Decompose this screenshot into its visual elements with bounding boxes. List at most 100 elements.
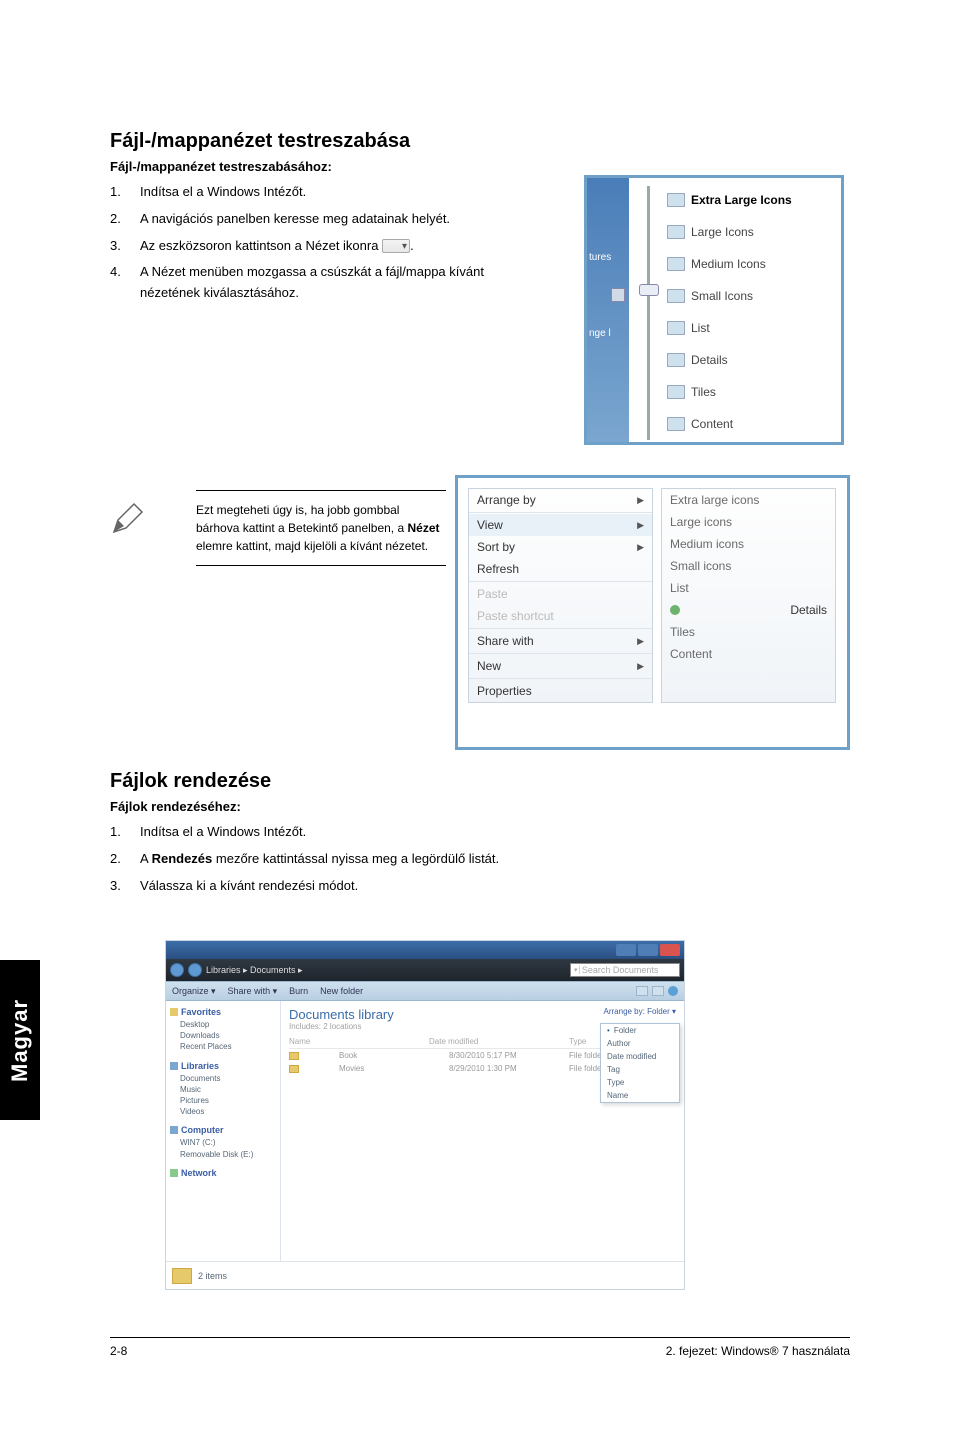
view-option[interactable]: Tiles — [691, 385, 716, 399]
sidebar-item[interactable]: Recent Places — [170, 1041, 276, 1052]
small-icons-icon — [667, 289, 685, 303]
view-option[interactable]: List — [691, 321, 710, 335]
preview-pane-icon[interactable] — [652, 986, 664, 996]
folder-icon — [289, 1052, 299, 1060]
arrange-by-menu: Folder Author Date modified Tag Type Nam… — [600, 1023, 680, 1103]
sidebar-item[interactable]: Documents — [170, 1073, 276, 1084]
sidebar-item[interactable]: Videos — [170, 1106, 276, 1117]
note-text: Ezt megteheti úgy is, ha jobb gombbal bá… — [196, 490, 446, 566]
step-text: Válassza ki a kívánt rendezési módot. — [140, 876, 850, 897]
tiles-icon — [667, 385, 685, 399]
step-text: A Nézet menüben mozgassa a csúszkát a fá… — [140, 262, 520, 304]
views-slider[interactable] — [635, 178, 663, 442]
ctx-sub-content[interactable]: Content — [662, 643, 835, 665]
large-icons-icon — [667, 225, 685, 239]
arrange-option[interactable]: Tag — [601, 1063, 679, 1076]
strip-label: nge l — [589, 328, 611, 339]
libraries-icon — [170, 1062, 178, 1070]
context-menu-left: Arrange by▶ View▶ Sort by▶ Refresh Paste… — [468, 488, 653, 703]
views-list: Extra Large Icons Large Icons Medium Ico… — [667, 184, 837, 440]
ctx-sub-medium[interactable]: Medium icons — [662, 533, 835, 555]
pencil-icon — [110, 500, 146, 536]
ctx-sub-extra-large[interactable]: Extra large icons — [662, 489, 835, 511]
toolbar-new-folder[interactable]: New folder — [320, 986, 363, 996]
arrange-by-dropdown[interactable]: Arrange by: Folder ▾ — [604, 1007, 677, 1016]
context-menu-screenshot: Arrange by▶ View▶ Sort by▶ Refresh Paste… — [455, 475, 850, 750]
toolbar-burn[interactable]: Burn — [289, 986, 308, 996]
medium-icons-icon — [667, 257, 685, 271]
sidebar-item[interactable]: WIN7 (C:) — [170, 1137, 276, 1148]
star-icon — [170, 1008, 178, 1016]
toolbar-organize[interactable]: Organize ▾ — [172, 986, 216, 997]
language-tab: Magyar — [0, 960, 40, 1120]
arrange-option[interactable]: Author — [601, 1037, 679, 1050]
ctx-sub-list[interactable]: List — [662, 577, 835, 599]
section1-subtitle: Fájl-/mappanézet testreszabásához: — [110, 159, 850, 174]
chapter-label: 2. fejezet: Windows® 7 használata — [666, 1344, 850, 1358]
forward-button[interactable] — [188, 963, 202, 977]
page-number: 2-8 — [110, 1344, 127, 1358]
maximize-button[interactable] — [638, 944, 658, 956]
window-titlebar — [166, 941, 684, 959]
folder-icon — [172, 1268, 192, 1284]
section2-subtitle: Fájlok rendezéséhez: — [110, 799, 850, 814]
ctx-item-view[interactable]: View▶ — [469, 514, 652, 536]
ctx-item-refresh[interactable]: Refresh — [469, 558, 652, 580]
view-option[interactable]: Medium Icons — [691, 257, 766, 271]
sidebar-favorites[interactable]: Favorites — [170, 1007, 276, 1017]
footer: 2-8 2. fejezet: Windows® 7 használata — [110, 1337, 850, 1358]
sidebar-item[interactable]: Pictures — [170, 1095, 276, 1106]
arrange-option[interactable]: Folder — [601, 1024, 679, 1037]
view-button-icon[interactable] — [636, 986, 648, 996]
views-menu-screenshot: tures nge l Extra Large Icons Large Icon… — [584, 175, 844, 445]
sidebar-libraries[interactable]: Libraries — [170, 1061, 276, 1071]
view-option[interactable]: Details — [691, 353, 728, 367]
ctx-sub-details[interactable]: Details — [662, 599, 835, 621]
nav-bar: Libraries ▸ Documents ▸ ▾│Search Documen… — [166, 959, 684, 981]
arrange-option[interactable]: Date modified — [601, 1050, 679, 1063]
slider-knob-icon[interactable] — [639, 284, 659, 296]
sidebar-network[interactable]: Network — [170, 1168, 276, 1178]
arrange-option[interactable]: Name — [601, 1089, 679, 1102]
view-option[interactable]: Content — [691, 417, 733, 431]
minimize-button[interactable] — [616, 944, 636, 956]
ctx-sub-small[interactable]: Small icons — [662, 555, 835, 577]
close-button[interactable] — [660, 944, 680, 956]
sidebar: Favorites Desktop Downloads Recent Place… — [166, 1001, 281, 1261]
step-text: A Rendezés mezőre kattintással nyissa me… — [140, 849, 850, 870]
status-bar: 2 items — [166, 1261, 684, 1289]
arrange-option[interactable]: Type — [601, 1076, 679, 1089]
view-option[interactable]: Large Icons — [691, 225, 754, 239]
ctx-item-paste: Paste — [469, 583, 652, 605]
ctx-item-properties[interactable]: Properties — [469, 680, 652, 702]
ctx-item-share-with[interactable]: Share with▶ — [469, 630, 652, 652]
ctx-sub-large[interactable]: Large icons — [662, 511, 835, 533]
toolbar-share[interactable]: Share with ▾ — [228, 986, 278, 997]
radio-selected-icon — [670, 605, 680, 615]
ctx-item-new[interactable]: New▶ — [469, 655, 652, 677]
strip-box-icon — [611, 288, 625, 302]
ctx-item-arrange-by[interactable]: Arrange by▶ — [469, 489, 652, 511]
sidebar-item[interactable]: Downloads — [170, 1030, 276, 1041]
search-input[interactable]: ▾│Search Documents — [570, 963, 680, 977]
breadcrumb[interactable]: Libraries ▸ Documents ▸ — [206, 965, 303, 976]
content-icon — [667, 417, 685, 431]
sidebar-item[interactable]: Desktop — [170, 1019, 276, 1030]
sidebar-computer[interactable]: Computer — [170, 1125, 276, 1135]
back-button[interactable] — [170, 963, 184, 977]
sidebar-item[interactable]: Removable Disk (E:) — [170, 1149, 276, 1160]
view-option[interactable]: Extra Large Icons — [691, 193, 792, 207]
ctx-item-paste-shortcut: Paste shortcut — [469, 605, 652, 627]
view-option[interactable]: Small Icons — [691, 289, 753, 303]
help-icon[interactable] — [668, 986, 678, 996]
step-text: Indítsa el a Windows Intézőt. — [140, 822, 850, 843]
section1-title: Fájl-/mappanézet testreszabása — [110, 130, 850, 153]
section2-title: Fájlok rendezése — [110, 770, 850, 793]
details-icon — [667, 353, 685, 367]
sidebar-item[interactable]: Music — [170, 1084, 276, 1095]
views-left-strip: tures nge l — [587, 178, 629, 442]
view-dropdown-icon — [382, 239, 410, 253]
extra-large-icons-icon — [667, 193, 685, 207]
ctx-sub-tiles[interactable]: Tiles — [662, 621, 835, 643]
ctx-item-sort-by[interactable]: Sort by▶ — [469, 536, 652, 558]
